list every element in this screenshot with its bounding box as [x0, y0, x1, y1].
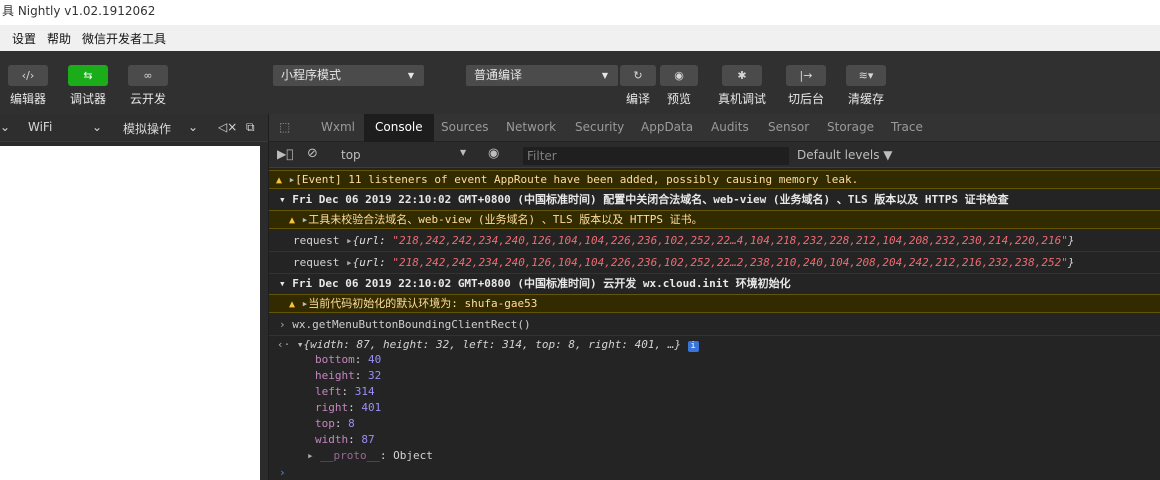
bug-icon: ✱	[722, 65, 762, 86]
console-warning[interactable]: ▲ ▸工具未校验合法域名、web-view (业务域名) 、TLS 版本以及 H…	[269, 210, 1160, 229]
levels-select[interactable]: Default levels ▼	[797, 148, 893, 162]
layers-icon: ≋▾	[846, 65, 886, 86]
object-property: right: 401	[315, 401, 382, 414]
chevron-down-icon: ▼	[460, 148, 467, 157]
cloud-button[interactable]: ∞ 云开发	[128, 65, 168, 107]
editor-button[interactable]: ‹/› 编辑器	[8, 65, 48, 107]
console-log[interactable]: request ▸{url: "218,242,242,234,240,126,…	[269, 254, 1160, 274]
object-property: top: 8	[315, 417, 355, 430]
chevron-down-icon: ▼	[601, 71, 608, 80]
collapse-arrow-icon: ▾	[279, 277, 293, 290]
collapse-arrow-icon: ▾	[296, 338, 304, 351]
warning-icon: ▲	[289, 215, 296, 226]
object-property: bottom: 40	[315, 353, 382, 366]
prompt-icon: ›	[279, 466, 286, 479]
tab-storage[interactable]: Storage	[827, 114, 874, 142]
chevron-down-icon: ▼	[407, 71, 414, 80]
tab-audits[interactable]: Audits	[711, 114, 749, 142]
menu-help[interactable]: 帮助	[47, 30, 71, 47]
tab-network[interactable]: Network	[506, 114, 556, 142]
chevron-down-icon[interactable]: ⌄	[0, 120, 10, 134]
collapse-arrow-icon: ▾	[279, 193, 293, 206]
eye-icon: ◉	[660, 65, 698, 86]
menu-devtools[interactable]: 微信开发者工具	[82, 30, 166, 47]
main-toolbar: ‹/› 编辑器 ⇆ 调试器 ∞ 云开发 小程序模式 ▼ 普通编译 ▼ ↻ 编译 …	[0, 51, 1160, 114]
console-command[interactable]: › wx.getMenuButtonBoundingClientRect()	[269, 316, 1160, 336]
mode-select[interactable]: 小程序模式 ▼	[273, 65, 424, 86]
simulate-select[interactable]: 模拟操作	[123, 120, 171, 137]
tab-security[interactable]: Security	[575, 114, 624, 142]
switch-icon: |→	[786, 65, 826, 86]
warning-icon: ▲	[289, 299, 296, 310]
expand-arrow-icon: ▸	[345, 234, 353, 247]
inspect-icon[interactable]: ⬚	[279, 114, 290, 142]
console-prompt[interactable]: ›	[269, 466, 1160, 480]
filter-input[interactable]: Filter	[523, 147, 789, 165]
menubar: 设置 帮助 微信开发者工具	[0, 25, 1160, 51]
tab-appdata[interactable]: AppData	[641, 114, 693, 142]
prompt-icon: ›	[279, 318, 286, 331]
compile-select[interactable]: 普通编译 ▼	[466, 65, 618, 86]
sidebar-toggle-icon[interactable]: ▶⃞	[277, 147, 293, 161]
device-debug-button[interactable]: ✱ 真机调试	[718, 65, 766, 107]
expand-arrow-icon: ▸	[345, 256, 353, 269]
chevron-down-icon: ⌄	[188, 120, 199, 134]
menu-settings[interactable]: 设置	[12, 30, 36, 47]
tab-console[interactable]: Console	[364, 114, 434, 142]
debug-icon: ⇆	[68, 65, 108, 86]
console-group[interactable]: ▾ Fri Dec 06 2019 22:10:02 GMT+0800 (中国标…	[269, 190, 1160, 210]
simulator-screen[interactable]	[0, 146, 260, 480]
tab-wxml[interactable]: Wxml	[321, 114, 355, 142]
code-icon: ‹/›	[8, 65, 48, 86]
eye-icon[interactable]: ◉	[488, 146, 499, 161]
cloud-icon: ∞	[128, 65, 168, 86]
refresh-icon: ↻	[620, 65, 656, 86]
tab-sources[interactable]: Sources	[441, 114, 488, 142]
preview-button[interactable]: ◉ 预览	[660, 65, 698, 107]
object-property: height: 32	[315, 369, 382, 382]
debugger-button[interactable]: ⇆ 调试器	[68, 65, 108, 107]
console-group[interactable]: ▾ Fri Dec 06 2019 22:10:02 GMT+0800 (中国标…	[269, 274, 1160, 294]
console-filter-bar: ▶⃞ ⊘ top ▼ ◉ Filter Default levels ▼	[269, 142, 1160, 168]
compile-button[interactable]: ↻ 编译	[620, 65, 656, 107]
object-proto[interactable]: ▸ __proto__: Object	[269, 448, 1160, 464]
window-title: 具 Nightly v1.02.1912062	[0, 0, 1160, 25]
object-property: left: 314	[315, 385, 375, 398]
clear-cache-button[interactable]: ≋▾ 清缓存	[846, 65, 886, 107]
console-log[interactable]: request ▸{url: "218,242,242,234,240,126,…	[269, 232, 1160, 252]
window-icon[interactable]: ⧉	[246, 120, 255, 135]
devtools-tabs: ⬚ Wxml Console Sources Network Security …	[269, 114, 1160, 142]
tab-trace[interactable]: Trace	[891, 114, 923, 142]
mute-icon[interactable]: ◁×	[218, 120, 237, 134]
tab-sensor[interactable]: Sensor	[768, 114, 809, 142]
console-warning[interactable]: ▲ ▸当前代码初始化的默认环境为: shufa-gae53	[269, 294, 1160, 313]
chevron-down-icon: ⌄	[92, 120, 103, 134]
info-icon[interactable]: i	[687, 341, 699, 352]
object-property: width: 87	[315, 433, 375, 446]
clear-console-icon[interactable]: ⊘	[307, 146, 318, 161]
network-select[interactable]: WiFi	[28, 120, 52, 134]
warning-icon: ▲	[276, 175, 283, 186]
context-select[interactable]: top	[341, 148, 361, 162]
console-output: ▲ ▸[Event] 11 listeners of event AppRout…	[269, 168, 1160, 480]
return-icon: ‹·	[277, 338, 291, 351]
console-warning[interactable]: ▲ ▸[Event] 11 listeners of event AppRout…	[269, 170, 1160, 189]
expand-arrow-icon: ▸	[307, 449, 321, 462]
simulator-toolbar: ⌄ WiFi ⌄ 模拟操作 ⌄ ◁× ⧉	[0, 114, 268, 142]
background-button[interactable]: |→ 切后台	[786, 65, 826, 107]
